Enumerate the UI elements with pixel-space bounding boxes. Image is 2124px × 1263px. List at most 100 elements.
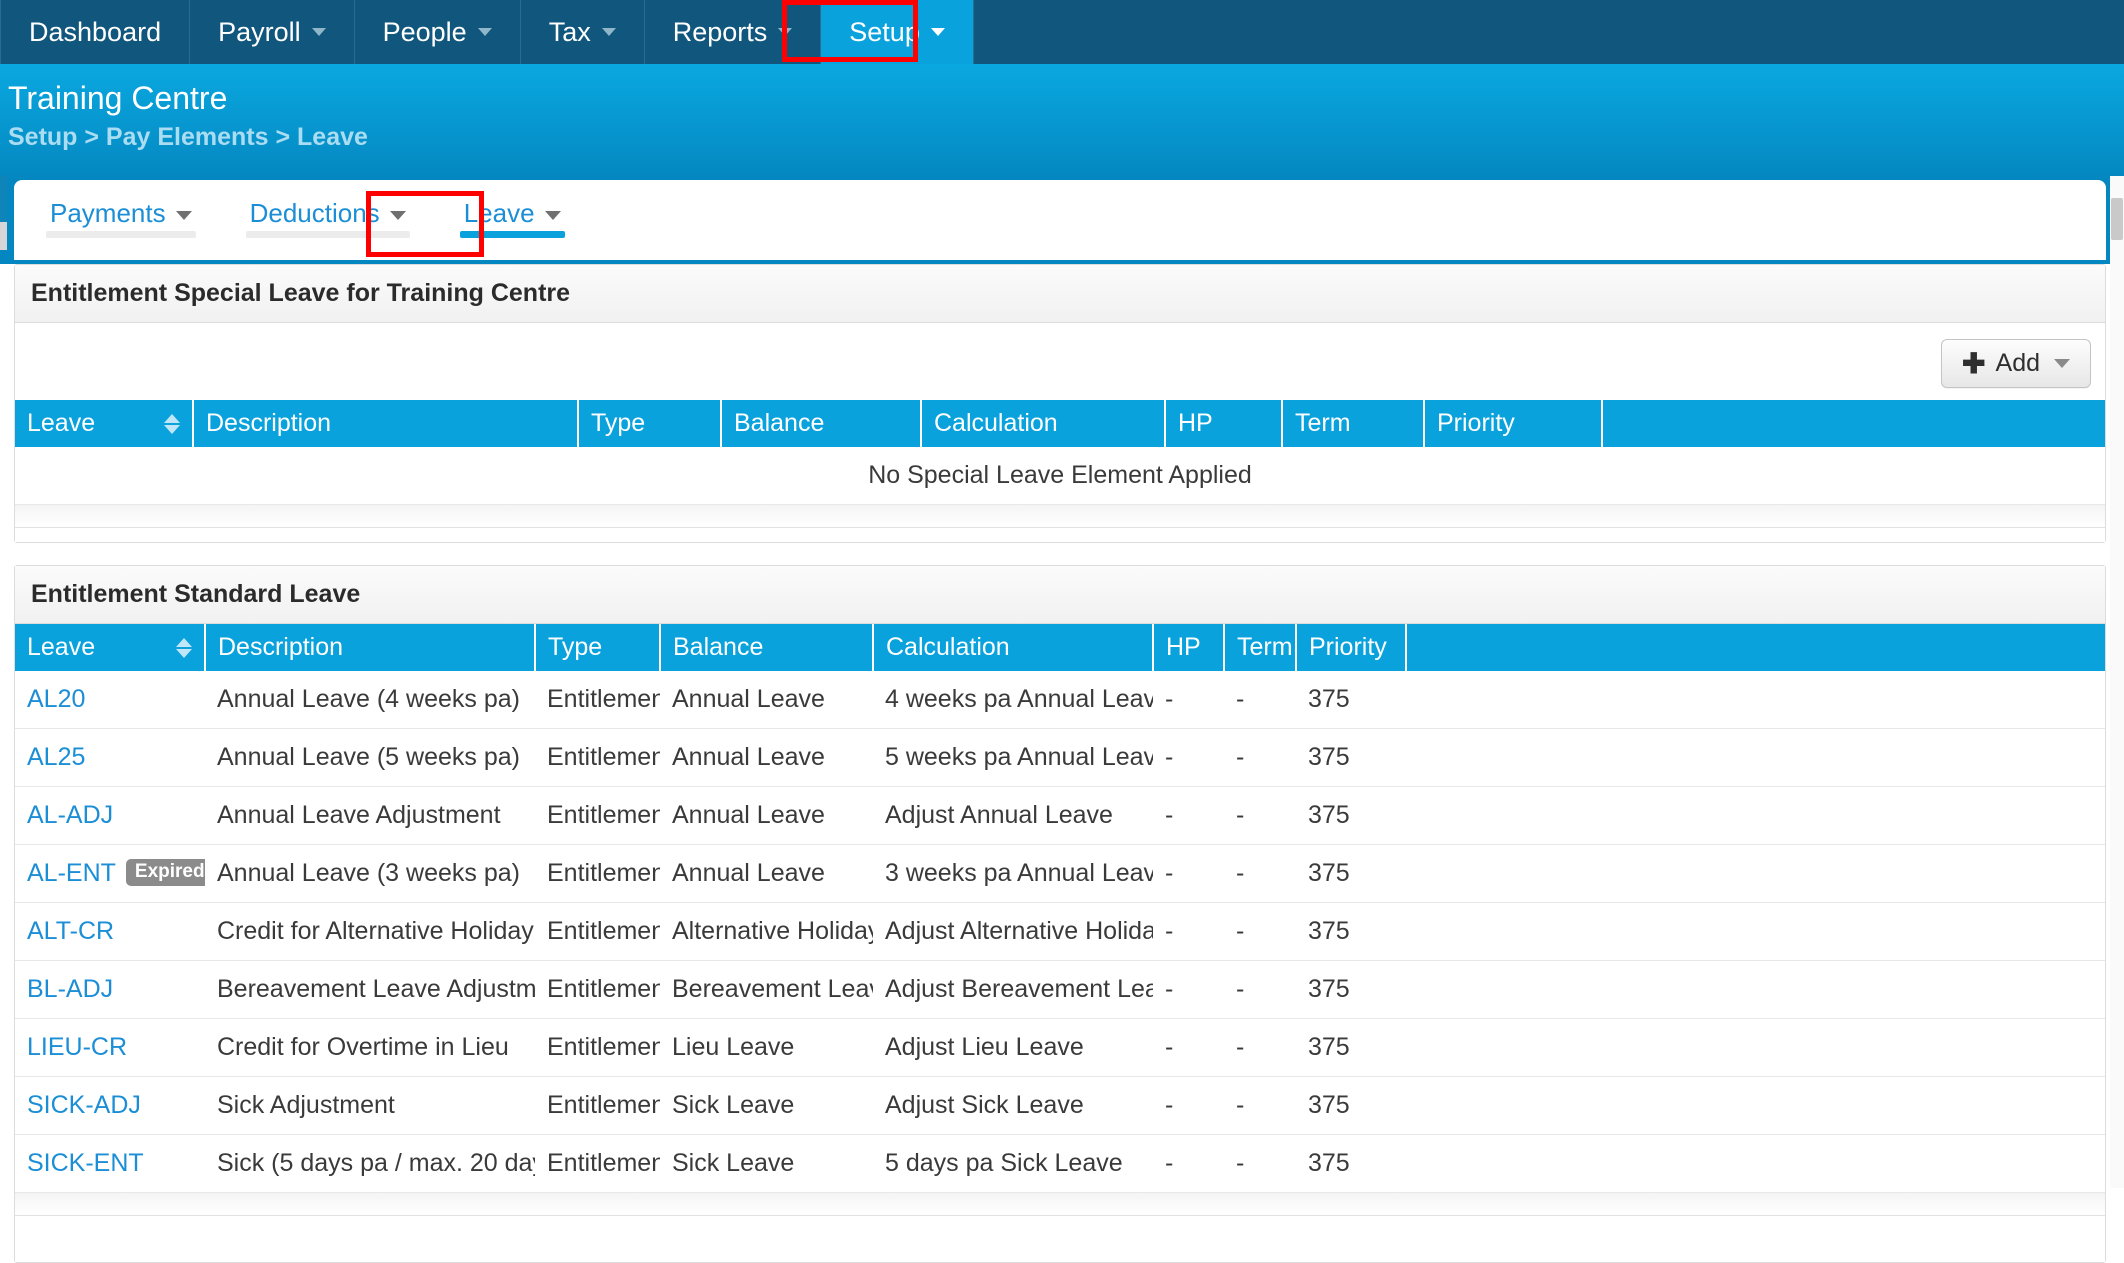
column-header-type[interactable]: Type [535,624,661,671]
standard-leave-table-footer [15,1193,2105,1216]
column-header-term[interactable]: Term [1224,624,1297,671]
cell-actions [1406,902,2105,961]
cell-calculation: Adjust Annual Leave [873,786,1153,845]
standard-leave-panel: Entitlement Standard Leave Leave Descript… [14,565,2106,1263]
nav-item-label: Payroll [218,16,301,47]
nav-item-dashboard[interactable]: Dashboard [0,0,191,64]
column-header-term[interactable]: Term [1282,400,1425,447]
standard-leave-table-body: AL20 Annual Leave (4 weeks pa) Entitlement… [15,671,2105,1193]
leave-code-link[interactable]: AL-ENT [27,859,116,887]
add-button[interactable]: ✚ Add [1941,339,2091,388]
column-header-type[interactable]: Type [578,400,722,447]
table-row: BL-ADJ Bereavement Leave AdjustmentEntitl… [15,960,2105,1019]
tab-strip: Payments Deductions Leave [14,180,2106,260]
cell-leave-code: BL-ADJ [15,960,205,1019]
cell-balance: Annual Leave [660,844,873,903]
column-header-label: Balance [734,409,825,437]
cell-balance: Sick Leave [660,1076,873,1135]
nav-item-tax[interactable]: Tax [521,0,645,64]
tab-label: Leave [463,198,535,228]
cell-actions [1406,786,2105,845]
standard-leave-table-header: Leave Description Type Balance Calculation HP… [15,624,2105,671]
column-header-label: Priority [1437,409,1515,437]
tab-label: Deductions [249,198,380,228]
cell-description: Bereavement Leave Adjustment [205,960,535,1019]
page-scrollbar-thumb[interactable] [2111,198,2123,240]
column-header-calculation[interactable]: Calculation [921,400,1166,447]
cell-priority: 375 [1296,786,1406,845]
column-header-balance[interactable]: Balance [721,400,922,447]
sort-icon[interactable] [176,637,192,658]
cell-term: - [1224,728,1296,787]
cell-actions [1406,960,2105,1019]
cell-type: Entitlement [535,786,660,845]
column-header-label: Calculation [934,409,1058,437]
sort-icon[interactable] [164,413,180,434]
cell-actions [1406,1134,2105,1193]
column-header-label: HP [1178,409,1213,437]
tab-leave[interactable]: Leave [442,180,583,242]
table-header-row: Leave Description Type Balance Calculation HP… [15,624,2105,671]
nav-item-label: Reports [672,16,768,47]
special-leave-table-footer [15,505,2105,528]
leave-code-link[interactable]: AL25 [27,743,85,771]
leave-code-link[interactable]: AL-ADJ [27,801,113,829]
leave-code-link[interactable]: LIEU-CR [27,1033,127,1061]
column-header-balance[interactable]: Balance [660,624,874,671]
table-row: AL25 Annual Leave (5 weeks pa) Entitlement… [15,728,2105,787]
leave-code-link[interactable]: SICK-ADJ [27,1091,141,1119]
cell-leave-code: SICK-ADJ [15,1076,205,1135]
tab-payments[interactable]: Payments [28,180,214,242]
cell-type: Entitlement [535,1018,660,1077]
column-header-priority[interactable]: Priority [1424,400,1603,447]
cell-priority: 375 [1296,671,1406,729]
cell-type: Entitlement [535,960,660,1019]
tab-underline [245,231,410,238]
tab-underline [46,231,196,238]
cell-priority: 375 [1296,1134,1406,1193]
column-header-label: Type [548,633,603,661]
cell-description: Annual Leave (5 weeks pa) [205,728,535,787]
nav-item-payroll[interactable]: Payroll [190,0,355,64]
cell-description: Annual Leave Adjustment [205,786,535,845]
column-header-label: Description [218,633,344,661]
cell-hp: - [1153,786,1224,845]
chevron-down-icon [2054,359,2070,368]
tab-underline [459,231,565,238]
column-header-leave[interactable]: Leave [15,400,194,447]
leave-code-link[interactable]: ALT-CR [27,917,114,945]
cell-description: Credit for Alternative Holiday [205,902,535,961]
tab-deductions[interactable]: Deductions [228,180,428,242]
column-header-label: Leave [27,633,96,661]
special-leave-panel-tail [15,528,2105,542]
column-header-hp[interactable]: HP [1165,400,1283,447]
table-row: AL20 Annual Leave (4 weeks pa) Entitlement… [15,671,2105,729]
cell-calculation: Adjust Lieu Leave [873,1018,1153,1077]
nav-item-people[interactable]: People [355,0,521,64]
plus-icon: ✚ [1962,347,1986,379]
column-header-hp[interactable]: HP [1153,624,1225,671]
cell-balance: Lieu Leave [660,1018,873,1077]
column-header-description[interactable]: Description [193,400,579,447]
cell-description: Credit for Overtime in Lieu [205,1018,535,1077]
page-scrollbar-track[interactable] [2110,176,2124,1188]
cell-calculation: 4 weeks pa Annual Leave [873,671,1153,729]
special-leave-table-body: No Special Leave Element Applied [15,447,2105,505]
top-navigation-bar: Dashboard Payroll People Tax Reports Setup [0,0,2124,64]
cell-balance: Annual Leave [660,786,873,845]
nav-item-setup[interactable]: Setup [821,0,974,64]
column-header-priority[interactable]: Priority [1296,624,1407,671]
column-header-leave[interactable]: Leave [15,624,206,671]
leave-code-link[interactable]: AL20 [27,685,85,713]
table-empty-row: No Special Leave Element Applied [15,447,2105,505]
column-header-description[interactable]: Description [205,624,536,671]
leave-code-link[interactable]: BL-ADJ [27,975,113,1003]
empty-message: No Special Leave Element Applied [15,447,2105,505]
table-row: SICK-ENT Sick (5 days pa / max. 20 days) E… [15,1134,2105,1193]
column-header-calculation[interactable]: Calculation [873,624,1154,671]
standard-leave-panel-tail [15,1216,2105,1262]
cell-hp: - [1153,671,1224,729]
cell-term: - [1224,671,1296,729]
nav-item-reports[interactable]: Reports [645,0,822,64]
leave-code-link[interactable]: SICK-ENT [27,1149,144,1177]
